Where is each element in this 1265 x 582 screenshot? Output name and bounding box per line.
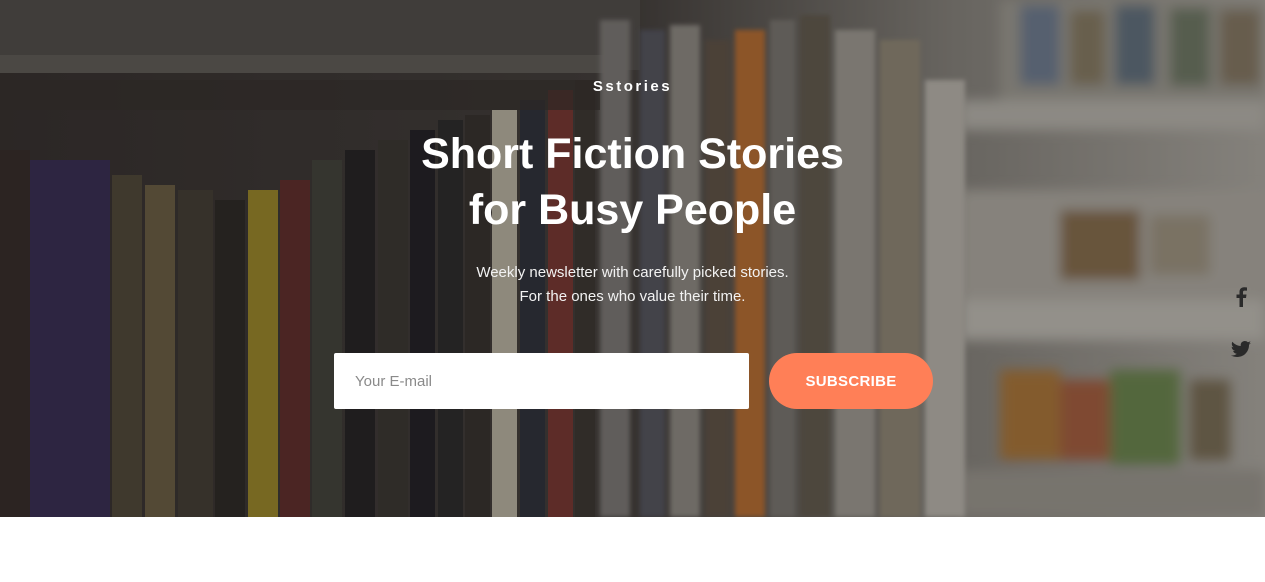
twitter-link[interactable] [1228,336,1254,362]
headline-line-1: Short Fiction Stories [421,130,844,178]
headline-line-2: for Busy People [468,186,797,234]
email-input[interactable] [334,353,749,409]
facebook-icon [1236,287,1247,307]
subscribe-button[interactable]: SUBSCRIBE [769,353,933,409]
hero-subline: Weekly newsletter with carefully picked … [0,261,1265,309]
subline-line-2: For the ones who value their time. [519,288,746,305]
facebook-link[interactable] [1228,284,1254,310]
hero-section: Sstories Short Fiction Stories for Busy … [0,0,1265,517]
subline-line-1: Weekly newsletter with carefully picked … [476,264,789,281]
page-headline: Short Fiction Stories for Busy People [0,126,1265,238]
twitter-icon [1231,341,1251,357]
brand-logo-text[interactable]: Sstories [0,78,1265,95]
